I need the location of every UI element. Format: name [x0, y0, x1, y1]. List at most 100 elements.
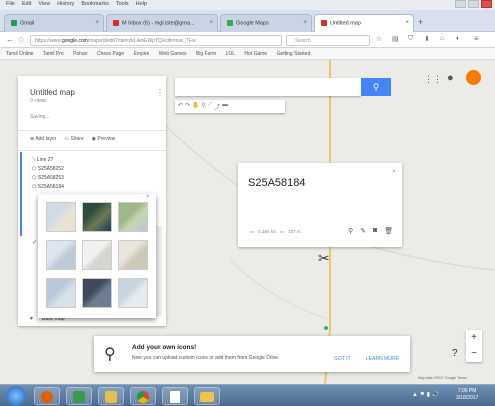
tab-gmail[interactable]: Gmail ×: [4, 14, 104, 32]
basemap-light-landmass-thumb[interactable]: [46, 278, 76, 308]
browser-search-input[interactable]: Search: [286, 35, 370, 46]
pocket-icon[interactable]: ⛉: [408, 35, 413, 43]
zoom-out-button[interactable]: −: [466, 346, 482, 362]
taskbar-app[interactable]: [66, 387, 92, 405]
checkbox-checked-icon[interactable]: ✓: [32, 239, 37, 246]
marker-icon[interactable]: ⚲: [202, 102, 206, 111]
feature-title[interactable]: S25A58184: [248, 177, 306, 189]
bookmark-item[interactable]: Hot Game: [244, 51, 267, 57]
close-tab-icon[interactable]: ×: [303, 20, 307, 26]
tab-google-maps[interactable]: Google Maps ×: [220, 14, 312, 32]
back-icon[interactable]: ←: [6, 35, 14, 44]
tab-inbox[interactable]: M Inbox (6) - mgl.iste@gma... ×: [106, 14, 218, 32]
maximize-button[interactable]: [468, 0, 479, 8]
bookmark-item[interactable]: Getting Started: [277, 51, 311, 57]
add-layer-button[interactable]: ⊕ Add layer: [30, 136, 56, 142]
polygon-shape-icon[interactable]: ✂: [318, 250, 330, 267]
close-icon[interactable]: ×: [146, 194, 150, 200]
bookmark-item[interactable]: Tamil Pro: [43, 51, 64, 57]
close-tab-icon[interactable]: ×: [95, 20, 99, 26]
menu-help[interactable]: Help: [136, 1, 147, 9]
undo-icon[interactable]: ↶: [178, 102, 183, 111]
map-views-count: 0 views: [30, 98, 47, 104]
basemap-dark-landmass-thumb[interactable]: [82, 278, 112, 308]
notifications-icon[interactable]: ●: [447, 72, 454, 84]
list-item[interactable]: ⬠ S25A58252: [32, 165, 64, 174]
basemap-map-thumb[interactable]: [46, 202, 76, 232]
reading-list-icon[interactable]: ▤: [392, 35, 399, 43]
menu-tools[interactable]: Tools: [116, 1, 129, 9]
taskbar-pencil[interactable]: [98, 387, 124, 405]
save-status: Saving...: [30, 114, 50, 120]
panel-scrollbar[interactable]: [156, 226, 162, 316]
taskbar-folder[interactable]: [194, 387, 220, 405]
bookmark-item[interactable]: Empire: [134, 51, 150, 57]
edit-icon[interactable]: ✎: [360, 227, 366, 235]
url-bar[interactable]: https://www.google.com/maps/d/edit?mid=z…: [30, 35, 282, 46]
taskbar-chrome[interactable]: [130, 387, 156, 405]
taskbar-firefox[interactable]: [34, 387, 60, 405]
directions-icon[interactable]: ⤴: [214, 102, 220, 111]
close-icon[interactable]: ×: [392, 169, 396, 175]
close-tab-icon[interactable]: ×: [209, 20, 213, 26]
tray-icons[interactable]: ▲ ⚑ ▮ 🔊: [412, 391, 439, 398]
clock[interactable]: 7:05 PM 3/18/2017: [456, 388, 478, 402]
app-icon: [73, 391, 85, 403]
hamburger-menu-icon[interactable]: ≡: [474, 34, 479, 43]
minimize-button[interactable]: [455, 0, 466, 8]
learn-more-button[interactable]: LEARN MORE: [366, 356, 399, 362]
avatar[interactable]: [466, 70, 481, 85]
menu-history[interactable]: History: [57, 1, 74, 9]
list-item[interactable]: ⬠ S25A58253: [32, 174, 64, 183]
preview-button[interactable]: ◉ Preview: [92, 136, 116, 142]
draw-line-icon[interactable]: ⟋: [208, 102, 212, 111]
redo-icon[interactable]: ↷: [185, 102, 190, 111]
bookmark-item[interactable]: Big Farm: [196, 51, 216, 57]
basemap-simple-atlas-thumb[interactable]: [118, 240, 148, 270]
bookmark-item[interactable]: Pohan: [73, 51, 87, 57]
delete-icon[interactable]: 🗑: [384, 227, 393, 235]
start-button[interactable]: [6, 386, 26, 406]
menu-bookmarks[interactable]: Bookmarks: [81, 1, 109, 9]
list-item[interactable]: ⟍ Line 27: [32, 156, 64, 165]
info-icon[interactable]: ⓘ: [18, 36, 24, 45]
bookmark-item[interactable]: Web Games: [159, 51, 187, 57]
basemap-whitewater-thumb[interactable]: [118, 278, 148, 308]
more-options-icon[interactable]: ⋮: [156, 88, 164, 97]
taskbar-document[interactable]: [162, 387, 188, 405]
hand-icon[interactable]: ✋: [192, 102, 199, 111]
measure-icon[interactable]: ▬: [222, 102, 228, 111]
camera-icon[interactable]: ◙: [373, 227, 377, 235]
list-item[interactable]: ⬠ S25A58184: [32, 183, 64, 192]
map-search-button[interactable]: ⚲: [361, 78, 391, 96]
basemap-satellite-thumb[interactable]: [82, 202, 112, 232]
new-tab-button[interactable]: +: [418, 17, 423, 27]
caret-down-icon[interactable]: ▾: [30, 315, 33, 322]
browser-menubar: File Edit View History Bookmarks Tools H…: [0, 0, 495, 10]
zoom-in-button[interactable]: +: [466, 330, 482, 346]
apps-grid-icon[interactable]: ⋮⋮: [424, 74, 442, 85]
menu-file[interactable]: File: [6, 1, 15, 9]
close-tab-icon[interactable]: ×: [405, 20, 409, 26]
help-icon[interactable]: ?: [452, 348, 458, 359]
menu-view[interactable]: View: [38, 1, 50, 9]
bookmark-item[interactable]: Tamil Online: [6, 51, 34, 57]
download-icon[interactable]: ⬇: [424, 35, 430, 43]
bookmark-item[interactable]: LOL: [226, 51, 235, 57]
got-it-button[interactable]: GOT IT: [334, 356, 351, 362]
menu-edit[interactable]: Edit: [22, 1, 31, 9]
share-button[interactable]: ⚇ Share: [64, 136, 83, 142]
extension-icon[interactable]: ◐: [456, 35, 460, 42]
navigation-bar: ← ⓘ https://www.google.com/maps/d/edit?m…: [0, 32, 495, 48]
basemap-terrain-thumb[interactable]: [118, 202, 148, 232]
style-icon[interactable]: ⚲: [348, 227, 353, 235]
map-title[interactable]: Untitled map: [30, 88, 75, 97]
star-icon[interactable]: ☆: [376, 35, 382, 43]
map-search-input[interactable]: [175, 78, 361, 96]
close-window-button[interactable]: [481, 0, 492, 8]
home-icon[interactable]: ⌂: [440, 35, 444, 42]
basemap-light-political-thumb[interactable]: [46, 240, 76, 270]
basemap-mono-city-thumb[interactable]: [82, 240, 112, 270]
tab-untitled-map[interactable]: Untitled map ×: [314, 14, 414, 32]
bookmark-item[interactable]: Chess Page: [97, 51, 124, 57]
